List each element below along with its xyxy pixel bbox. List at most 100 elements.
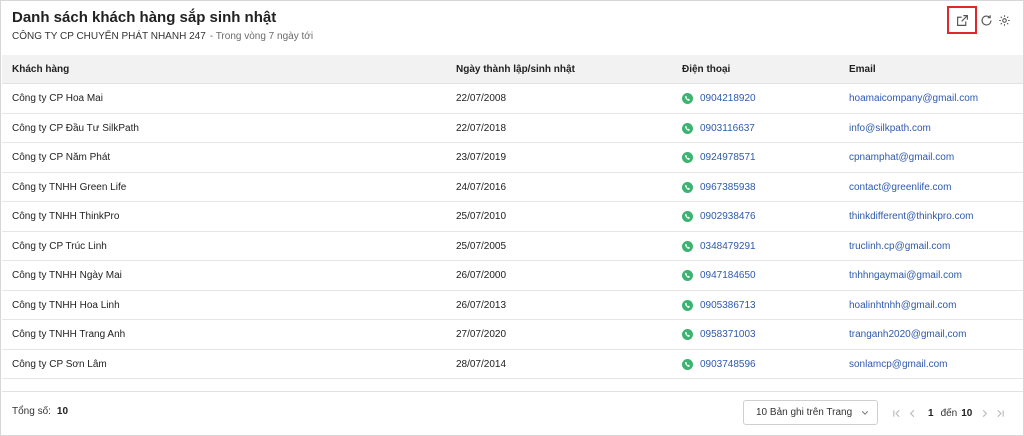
email-link[interactable]: info@silkpath.com	[849, 114, 931, 143]
prev-page-button[interactable]	[906, 407, 918, 419]
customer-name: Công ty CP Năm Phát	[12, 152, 111, 163]
phone-icon	[682, 211, 693, 222]
chevron-right-icon	[982, 409, 988, 417]
birthday-date: 26/07/2013	[456, 299, 507, 311]
phone-link[interactable]: 0958371003	[682, 320, 756, 349]
email-link[interactable]: truclinh.cp@gmail.com	[849, 232, 950, 261]
email-link[interactable]: hoalinhtnhh@gmail.com	[849, 291, 956, 320]
phone-link[interactable]: 0903748596	[682, 350, 756, 379]
current-page: 1	[928, 407, 934, 419]
birthday-date: 26/07/2000	[456, 270, 507, 281]
phone-link[interactable]: 0902938476	[682, 202, 756, 231]
table-row[interactable]: Công ty CP Sơn Lâm 28/07/2014 0903748596 so…	[2, 350, 1023, 379]
table-row[interactable]: Công ty CP Đầu Tư SilkPath 22/07/2018 0903…	[2, 114, 1023, 143]
phone-icon	[682, 181, 693, 193]
gear-icon	[998, 14, 1010, 26]
page-size-select[interactable]: 10 Bản ghi trên Trang	[743, 400, 878, 425]
birthday-date: 27/07/2020	[456, 329, 507, 340]
phone-link[interactable]: 0905386713	[682, 291, 756, 320]
birthday-date: 22/07/2018	[456, 122, 507, 134]
phone-number: 0947184650	[700, 270, 756, 281]
phone-link[interactable]: 0924978571	[682, 143, 756, 172]
email-link[interactable]: contact@greenlife.com	[849, 173, 951, 202]
company-name: CÔNG TY CP CHUYỂN PHÁT NHANH 247	[12, 31, 206, 42]
phone-icon	[682, 122, 693, 134]
birthday-date: 22/07/2008	[456, 93, 507, 104]
next-page-button[interactable]	[978, 407, 990, 419]
phone-number: 0905386713	[700, 299, 756, 311]
customer-name: Công ty TNHH Ngày Mai	[12, 270, 122, 281]
table-body: Công ty CP Hoa Mai 22/07/2008 0904218920 ho…	[2, 84, 1023, 379]
phone-icon	[682, 152, 693, 163]
total-pages: 10	[961, 407, 973, 419]
refresh-button[interactable]	[977, 11, 995, 29]
chevron-down-icon	[861, 411, 869, 415]
refresh-icon	[980, 14, 992, 26]
email-link[interactable]: cpnamphat@gmail.com	[849, 143, 954, 172]
table-row[interactable]: Công ty CP Hoa Mai 22/07/2008 0904218920 ho…	[2, 84, 1023, 114]
export-button[interactable]	[947, 6, 977, 34]
total-label: Tổng số:	[12, 406, 51, 417]
phone-number: 0903748596	[700, 358, 756, 370]
customer-name: Công ty TNHH ThinkPro	[12, 211, 120, 222]
first-page-button[interactable]	[890, 407, 902, 419]
period-label: - Trong vòng 7 ngày tới	[209, 31, 314, 42]
external-link-icon	[956, 14, 968, 26]
phone-number: 0902938476	[700, 211, 756, 222]
phone-icon	[682, 93, 693, 104]
of-label: đến	[940, 407, 958, 419]
table-row[interactable]: Công ty TNHH Ngày Mai 26/07/2000 094718465…	[2, 261, 1023, 291]
last-page-button[interactable]	[994, 407, 1006, 419]
phone-icon	[682, 270, 693, 281]
phone-link[interactable]: 0348479291	[682, 232, 756, 261]
column-header-email[interactable]: Email	[849, 55, 876, 84]
phone-number: 0967385938	[700, 181, 756, 193]
phone-link[interactable]: 0904218920	[682, 84, 756, 113]
phone-icon	[682, 358, 693, 370]
birthday-date: 28/07/2014	[456, 358, 507, 370]
page-size-value: 10 Bản ghi trên Trang	[756, 407, 853, 418]
email-link[interactable]: thinkdifferent@thinkpro.com	[849, 202, 973, 231]
phone-icon	[682, 329, 693, 340]
phone-number: 0903116637	[700, 122, 755, 134]
customer-name: Công ty CP Trúc Linh	[12, 240, 107, 252]
settings-button[interactable]	[995, 11, 1013, 29]
column-header-customer[interactable]: Khách hàng	[12, 55, 69, 84]
email-link[interactable]: tranganh2020@gmail,com	[849, 320, 966, 349]
table-footer: Tổng số: 10 10 Bản ghi trên Trang 1 đến 1…	[2, 391, 1023, 435]
pagination: 1 đến 10	[890, 406, 1010, 420]
table-header: Khách hàng Ngày thành lập/sinh nhật Điện…	[2, 55, 1023, 84]
total-value: 10	[56, 406, 69, 417]
customer-name: Công ty TNHH Hoa Linh	[12, 299, 120, 311]
birthday-date: 23/07/2019	[456, 152, 507, 163]
table-row[interactable]: Công ty TNHH Green Life 24/07/2016 0967385…	[2, 173, 1023, 202]
birthday-date: 25/07/2005	[456, 240, 507, 252]
total-count: Tổng số: 10	[12, 406, 68, 417]
page-title: Danh sách khách hàng sắp sinh nhật	[12, 9, 277, 26]
phone-number: 0904218920	[700, 93, 756, 104]
table-row[interactable]: Công ty CP Trúc Linh 25/07/2005 0348479291…	[2, 232, 1023, 261]
table-row[interactable]: Công ty CP Năm Phát 23/07/2019 0924978571 c…	[2, 143, 1023, 173]
phone-link[interactable]: 0903116637	[682, 114, 755, 143]
birthday-customers-widget: Danh sách khách hàng sắp sinh nhật CÔNG …	[0, 0, 1024, 436]
phone-link[interactable]: 0947184650	[682, 261, 756, 290]
phone-link[interactable]: 0967385938	[682, 173, 756, 202]
table-row[interactable]: Công ty TNHH Hoa Linh 26/07/2013 090538671…	[2, 291, 1023, 320]
first-page-icon	[892, 409, 900, 417]
phone-number: 0348479291	[700, 240, 756, 252]
last-page-icon	[997, 409, 1004, 417]
customer-name: Công ty CP Đầu Tư SilkPath	[12, 122, 139, 134]
email-link[interactable]: hoamaicompany@gmail.com	[849, 84, 978, 113]
toolbar	[947, 6, 1013, 34]
email-link[interactable]: sonlamcp@gmail.com	[849, 350, 948, 379]
email-link[interactable]: tnhhngaymai@gmail.com	[849, 261, 962, 290]
chevron-left-icon	[909, 409, 914, 417]
phone-number: 0924978571	[700, 152, 756, 163]
table-row[interactable]: Công ty TNHH ThinkPro 25/07/2010 090293847…	[2, 202, 1023, 232]
column-header-phone[interactable]: Điện thoại	[682, 55, 730, 84]
column-header-date[interactable]: Ngày thành lập/sinh nhật	[456, 55, 575, 84]
table-row[interactable]: Công ty TNHH Trang Anh 27/07/2020 09583710…	[2, 320, 1023, 350]
customer-name: Công ty CP Sơn Lâm	[12, 358, 107, 370]
birthday-date: 25/07/2010	[456, 211, 507, 222]
customer-name: Công ty TNHH Green Life	[12, 181, 127, 193]
